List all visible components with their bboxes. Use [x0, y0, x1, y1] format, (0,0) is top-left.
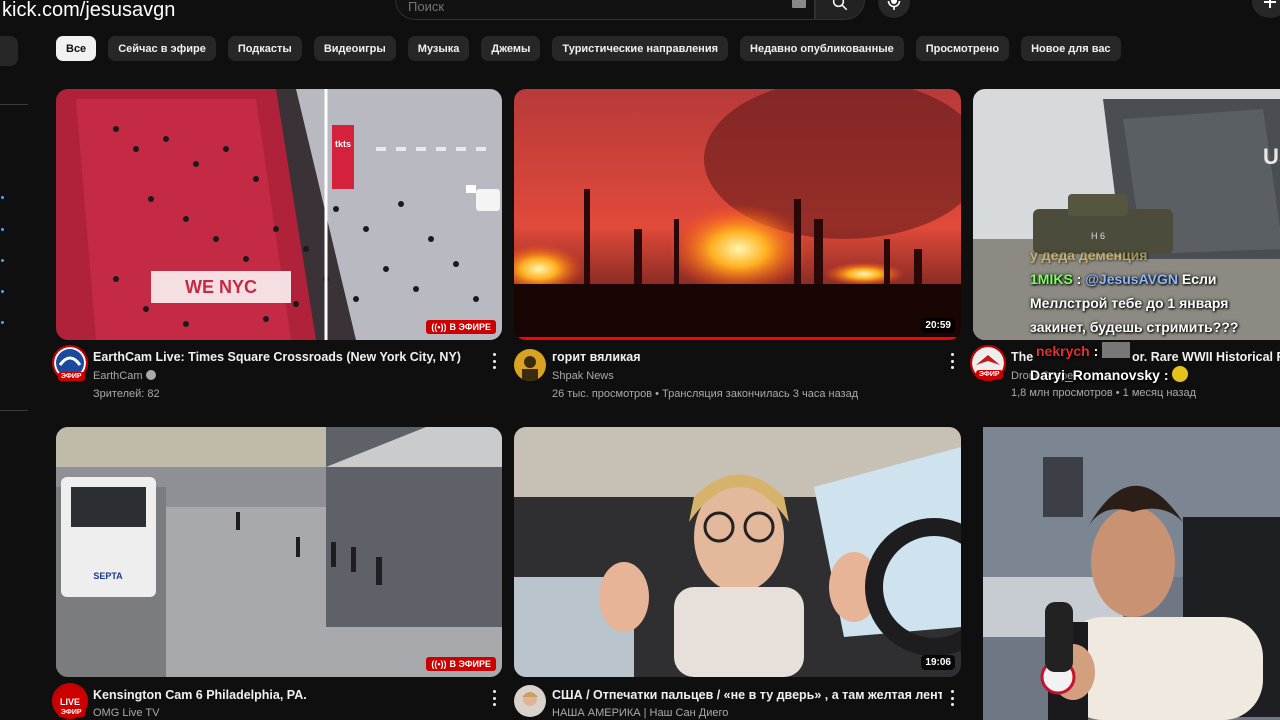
plus-icon	[1264, 0, 1276, 8]
more-options-icon[interactable]	[949, 690, 955, 706]
channel-name[interactable]: НАША АМЕРИКА | Наш Сан Диего	[552, 707, 728, 719]
voice-search-button[interactable]	[878, 0, 910, 18]
video-thumbnail[interactable]: tkts WE NYC ((•)) В ЭФИРЕ	[56, 89, 502, 340]
channel-avatar[interactable]	[514, 349, 546, 381]
video-duration: 20:59	[921, 318, 955, 333]
sidebar-divider	[0, 104, 28, 105]
live-signal-icon: ((•))	[431, 659, 447, 669]
bus-septa-logo: SEPTA	[93, 571, 123, 581]
channel-avatar[interactable]	[514, 685, 546, 717]
verified-check-icon	[145, 370, 156, 380]
chip-podcasts[interactable]: Подкасты	[227, 36, 302, 61]
channel-name[interactable]: Shpak News	[552, 370, 614, 382]
avatar-live-badge: ЭФИР	[58, 372, 85, 381]
chip-video-games[interactable]: Видеоигры	[313, 36, 396, 61]
chip-all[interactable]: Все	[56, 36, 97, 61]
search-input[interactable]	[408, 0, 768, 14]
streamer-webcam	[983, 427, 1280, 720]
more-options-icon[interactable]	[491, 690, 497, 706]
chip-new-to-you[interactable]: Новое для вас	[1021, 36, 1121, 61]
chat-message: Daryi_Romanovsky :	[1030, 363, 1280, 387]
sidebar-item-home[interactable]	[0, 36, 18, 66]
sidebar-live-dot	[1, 196, 4, 199]
live-badge: ((•)) В ЭФИРЕ	[426, 320, 496, 334]
sidebar-live-dot	[1, 259, 4, 262]
avatar-live-badge: ЭФИР	[58, 708, 85, 717]
stream-watermark: kick.com/jesusavgn	[2, 0, 176, 21]
search-box[interactable]	[395, 0, 815, 20]
keyboard-icon[interactable]	[792, 0, 806, 8]
more-options-icon[interactable]	[491, 353, 497, 369]
create-button[interactable]	[1252, 0, 1280, 18]
we-nyc-sign: WE NYC	[185, 277, 257, 297]
sidebar-live-dot	[1, 321, 4, 324]
video-title[interactable]: США / Отпечатки пальцев / «не в ту дверь…	[552, 688, 942, 702]
chip-recently-uploaded[interactable]: Недавно опубликованные	[740, 36, 904, 61]
chip-travel[interactable]: Туристические направления	[552, 36, 729, 61]
video-duration: 19:06	[921, 655, 955, 670]
chat-message: 1MIKS : @JesusAVGN Если	[1030, 271, 1217, 287]
chat-message: Меллстрой тебе до 1 января	[1030, 295, 1229, 311]
ship-us-marking: US	[1263, 144, 1280, 169]
sidebar-live-dot	[1, 228, 4, 231]
chip-live-now[interactable]: Сейчас в эфире	[108, 36, 216, 61]
video-thumbnail[interactable]: 20:59	[514, 89, 961, 340]
sidebar-live-dot	[1, 290, 4, 293]
avatar-live-badge: ЭФИР	[976, 370, 1003, 379]
stream-chat-overlay: у деда деменция 1MIKS : @JesusAVGN Если …	[1030, 247, 1280, 387]
microphone-icon	[887, 0, 901, 10]
video-title[interactable]: EarthCam Live: Times Square Crossroads (…	[93, 350, 473, 364]
video-thumbnail[interactable]: SEPTA ((•)) В ЭФИРЕ	[56, 427, 502, 677]
video-stats: Зрителей: 82	[93, 388, 160, 400]
video-stats: 26 тыс. просмотров • Трансляция закончил…	[552, 388, 859, 400]
live-signal-icon: ((•))	[431, 322, 447, 332]
chip-jams[interactable]: Джемы	[481, 36, 541, 61]
video-title[interactable]: горит вяликая	[552, 350, 932, 364]
search-button[interactable]	[815, 0, 865, 20]
channel-name[interactable]: OMG Live TV	[93, 707, 159, 719]
live-badge: ((•)) В ЭФИРЕ	[426, 657, 496, 671]
channel-name[interactable]: EarthCam	[93, 370, 156, 382]
chip-watched[interactable]: Просмотрено	[915, 36, 1010, 61]
chat-emote-icon	[1172, 366, 1189, 382]
filter-chips-bar: Все Сейчас в эфире Подкасты Видеоигры Му…	[56, 36, 1121, 61]
chip-music[interactable]: Музыка	[407, 36, 470, 61]
video-thumbnail[interactable]: 19:06	[514, 427, 961, 677]
more-options-icon[interactable]	[949, 353, 955, 369]
chat-message: у деда деменция	[1030, 247, 1148, 263]
video-stats: 1,8 млн просмотров • 1 месяц назад	[1011, 387, 1196, 399]
chat-emote-icon	[1102, 342, 1131, 358]
chat-message: nekrych :	[1036, 339, 1280, 363]
search-icon	[832, 0, 848, 11]
chat-message: закинет, будешь стримить???	[1030, 319, 1239, 335]
tank-marking: H 6	[1091, 231, 1105, 241]
video-title[interactable]: Kensington Cam 6 Philadelphia, PA.	[93, 688, 473, 702]
tkts-sign: tkts	[335, 139, 351, 149]
sidebar-divider	[0, 410, 28, 411]
